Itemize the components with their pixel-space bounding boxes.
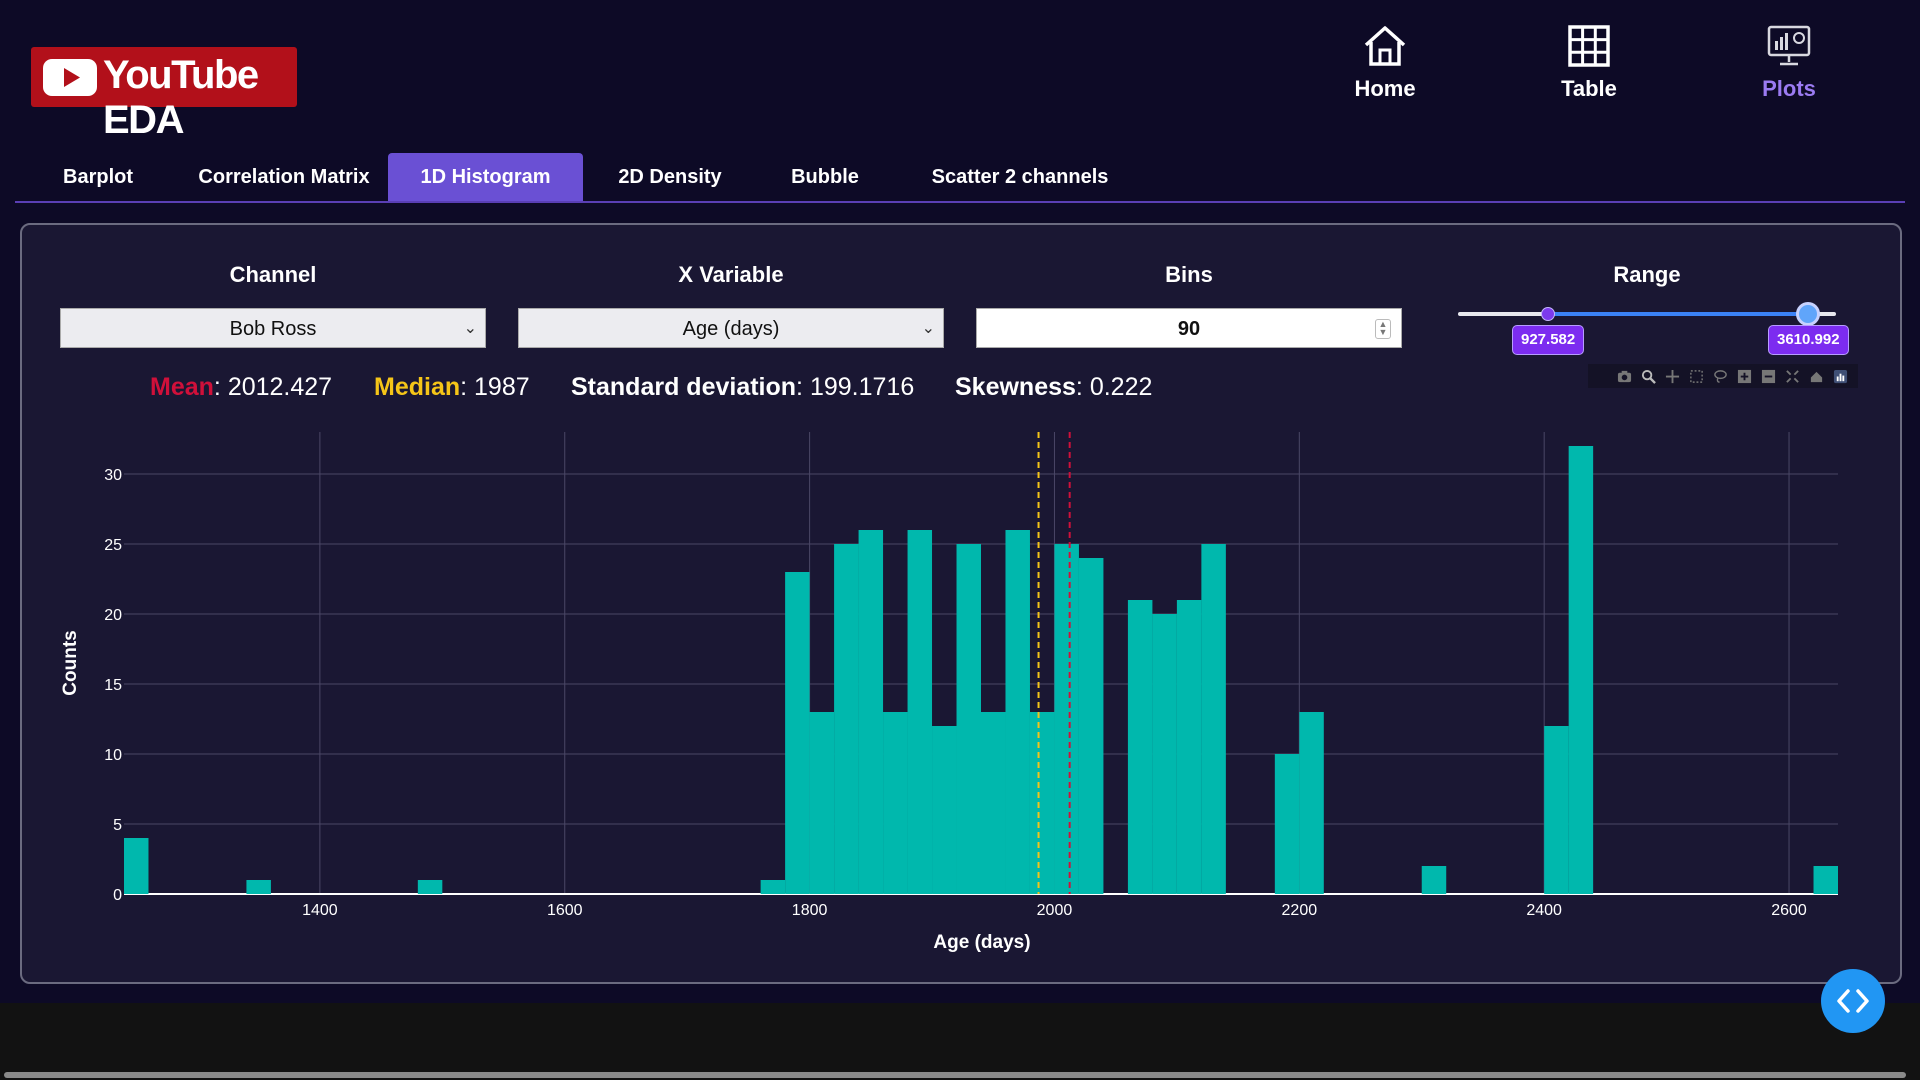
x-tick-label: 1800 — [792, 902, 828, 919]
y-tick-label: 30 — [104, 467, 122, 484]
x-tick-label: 2600 — [1771, 902, 1807, 919]
horizontal-scrollbar[interactable] — [4, 1072, 1906, 1078]
histogram-bar — [1176, 600, 1202, 894]
histogram-bar — [1152, 614, 1177, 894]
chart-bars — [124, 446, 1838, 894]
histogram-bar — [834, 544, 859, 894]
x-tick-label: 2400 — [1526, 902, 1562, 919]
histogram-bar — [883, 712, 908, 894]
histogram-bar — [1421, 866, 1447, 894]
x-tick-label: 2200 — [1282, 902, 1318, 919]
code-toggle-button[interactable] — [1821, 969, 1885, 1033]
y-tick-label: 20 — [104, 607, 122, 624]
histogram-bar — [932, 726, 957, 894]
histogram-bar — [1127, 600, 1153, 894]
y-tick-label: 0 — [113, 887, 122, 904]
x-tick-label: 1400 — [302, 902, 338, 919]
histogram-bar — [785, 572, 810, 894]
histogram-bar — [417, 880, 443, 894]
y-tick-label: 25 — [104, 537, 122, 554]
histogram-bar — [1299, 712, 1324, 894]
histogram-bar — [246, 880, 271, 894]
histogram-bar — [124, 838, 149, 894]
histogram-bar — [1054, 544, 1079, 894]
histogram-bar — [956, 544, 981, 894]
y-axis-title: Counts — [60, 630, 81, 695]
histogram-bar — [760, 880, 786, 894]
histogram-bar — [809, 712, 835, 894]
y-tick-label: 5 — [113, 817, 122, 834]
histogram-bar — [1568, 446, 1594, 894]
histogram-bar — [1813, 866, 1838, 894]
histogram-bar — [981, 712, 1006, 894]
histogram-bar — [1544, 726, 1569, 894]
histogram-bar — [1005, 530, 1030, 894]
histogram-bar — [1078, 558, 1104, 894]
x-tick-label: 1600 — [547, 902, 583, 919]
histogram-bar — [1201, 544, 1226, 894]
y-tick-label: 10 — [104, 747, 122, 764]
y-tick-label: 15 — [104, 677, 122, 694]
page-footer — [0, 1003, 1920, 1080]
histogram-bar — [1029, 712, 1055, 894]
histogram-bar — [907, 530, 933, 894]
histogram-bar — [858, 530, 884, 894]
code-icon — [1837, 989, 1869, 1013]
x-axis-title: Age (days) — [933, 932, 1030, 953]
histogram-chart[interactable]: 1400 1600 1800 2000 2200 2400 2600 0 5 10 15 20 25 30… — [0, 0, 1920, 1000]
x-tick-label: 2000 — [1037, 902, 1073, 919]
histogram-bar — [1274, 754, 1300, 894]
